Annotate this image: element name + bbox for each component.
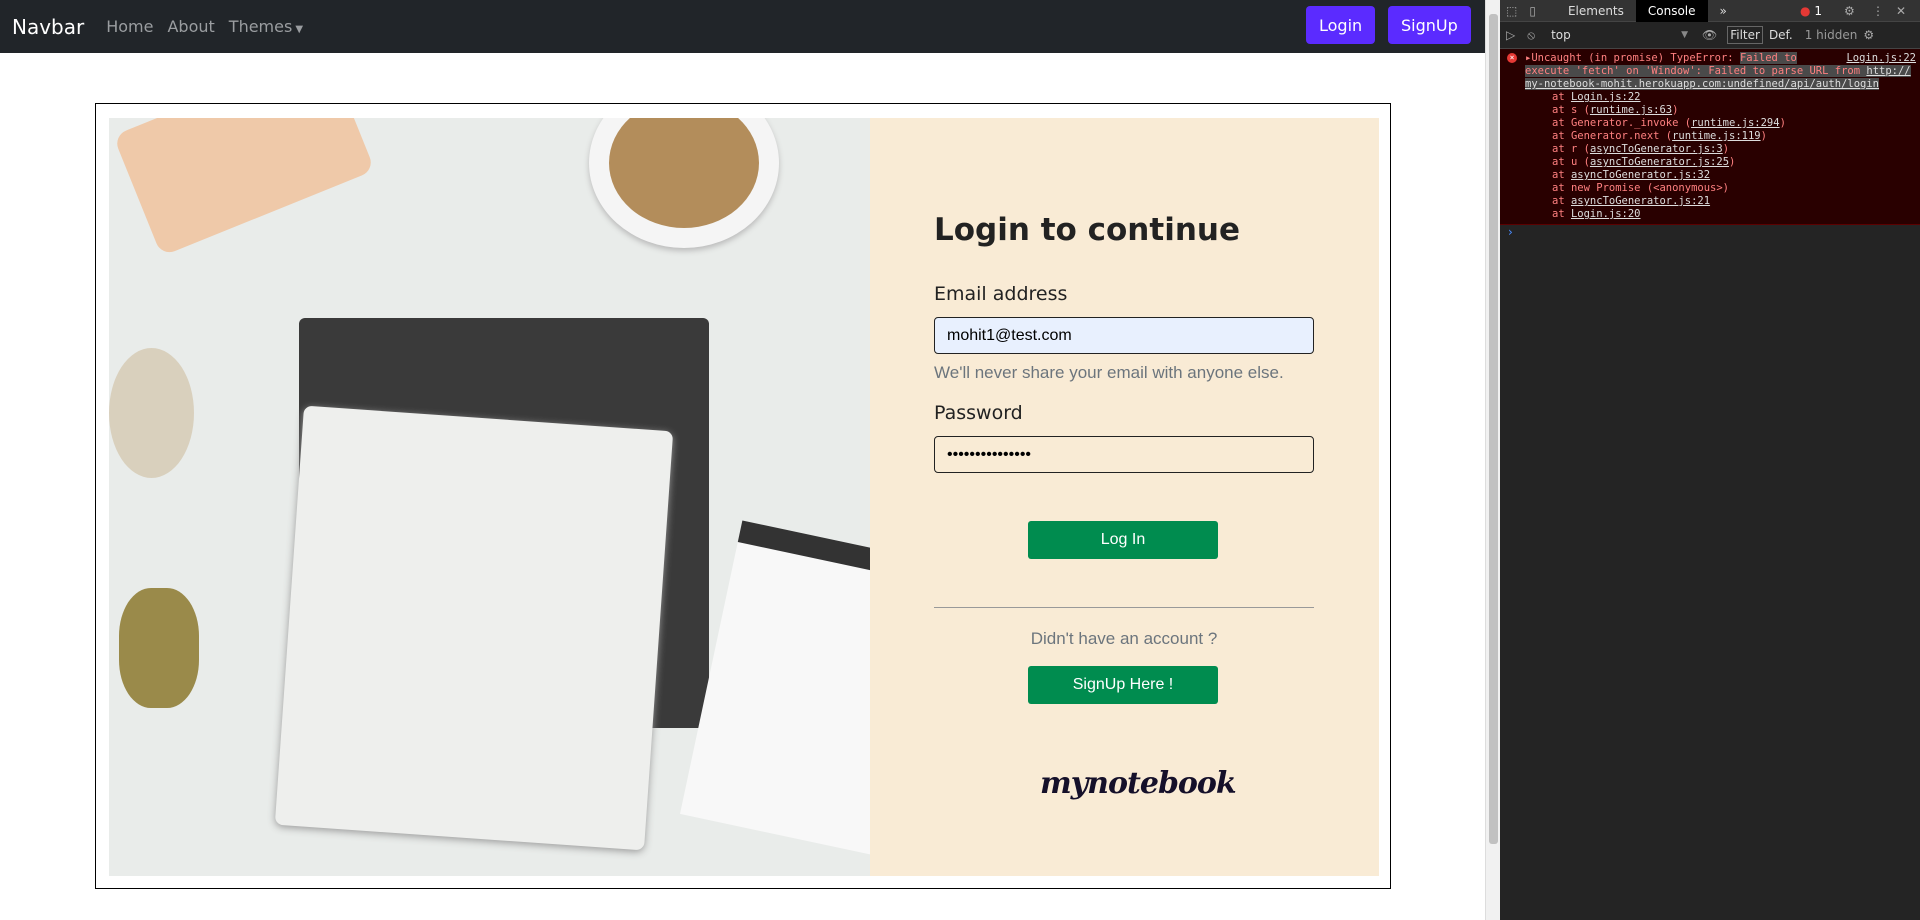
more-tabs[interactable]: » [1708, 0, 1739, 22]
context-select[interactable]: top [1551, 28, 1681, 42]
navbar: Navbar Home About Themes ▼ Login SignUp [0, 0, 1485, 53]
divider [934, 607, 1314, 608]
console-settings-icon[interactable]: ⚙ [1863, 28, 1874, 42]
stack-frame: at Login.js:20 [1525, 208, 1916, 221]
caret-down-icon: ▼ [295, 24, 304, 35]
nav-home[interactable]: Home [106, 17, 153, 36]
stack-frame-text: ) [1672, 104, 1679, 116]
clear-console-icon[interactable]: ⦸ [1527, 28, 1535, 43]
inspect-icon[interactable]: ⬚ [1506, 4, 1517, 18]
stack-frame: at Generator.next (runtime.js:119) [1525, 130, 1916, 143]
stack-frame: at asyncToGenerator.js:32 [1525, 169, 1916, 182]
nav-about[interactable]: About [167, 17, 214, 36]
stack-frame-text: ) [1760, 130, 1767, 142]
stack-frame: at new Promise (<anonymous>) [1525, 182, 1916, 195]
filter-input[interactable]: Filter [1727, 26, 1763, 44]
login-card: Login to continue Email address mohit1@t… [95, 103, 1391, 889]
stack-frame: at s (runtime.js:63) [1525, 104, 1916, 117]
stack-frame-text: at [1552, 208, 1571, 220]
email-label: Email address [934, 283, 1068, 305]
stack-frame: at asyncToGenerator.js:21 [1525, 195, 1916, 208]
error-highlight: Failed to [1739, 52, 1797, 64]
password-label: Password [934, 402, 1023, 424]
console-prompt[interactable]: › [1500, 225, 1920, 239]
stack-frame-text: at [1552, 91, 1571, 103]
stack-frame: at Login.js:22 [1525, 91, 1916, 104]
desk-photo [109, 118, 870, 876]
stack-frame-link[interactable]: Login.js:20 [1571, 208, 1641, 220]
form-title: Login to continue [934, 212, 1240, 248]
error-count-badge[interactable]: ● 1 [1800, 4, 1822, 18]
log-in-button[interactable]: Log In [1028, 521, 1218, 559]
navbar-brand[interactable]: Navbar [12, 15, 84, 39]
stack-frame-text: at Generator.next ( [1552, 130, 1673, 142]
error-icon: × [1507, 53, 1517, 63]
stack-frame-link[interactable]: runtime.js:119 [1672, 130, 1761, 142]
stack-frame-text: at u ( [1552, 156, 1590, 168]
stack-frame-link[interactable]: asyncToGenerator.js:3 [1590, 143, 1723, 155]
stack-frame-link[interactable]: asyncToGenerator.js:25 [1590, 156, 1729, 168]
email-input[interactable]: mohit1@test.com [934, 317, 1314, 354]
scrollbar-thumb[interactable] [1489, 14, 1498, 844]
error-prefix: Uncaught (in promise) TypeError: [1531, 52, 1740, 64]
stack-frame-link[interactable]: asyncToGenerator.js:32 [1571, 169, 1710, 181]
stack-frame-text: at [1552, 195, 1571, 207]
stack-frame-text: ) [1779, 117, 1786, 129]
stack-frame-text: at new Promise (<anonymous>) [1552, 182, 1730, 194]
device-toggle-icon[interactable]: ▯ [1529, 4, 1536, 18]
signup-button[interactable]: SignUp [1388, 6, 1471, 44]
signup-here-button[interactable]: SignUp Here ! [1028, 666, 1218, 704]
stack-frame-link[interactable]: runtime.js:294 [1691, 117, 1780, 129]
stack-frame-link[interactable]: Login.js:22 [1571, 91, 1641, 103]
nav-themes-dropdown[interactable]: Themes ▼ [229, 17, 303, 36]
stack-frame-text: at r ( [1552, 143, 1590, 155]
stack-frame-text: ) [1729, 156, 1736, 168]
login-form: Login to continue Email address mohit1@t… [870, 118, 1379, 876]
log-levels-dropdown[interactable]: Def. [1769, 28, 1793, 42]
email-hint: We'll never share your email with anyone… [934, 363, 1284, 382]
stack-frame-text: at s ( [1552, 104, 1590, 116]
error-count: 1 [1814, 3, 1822, 18]
more-menu-icon[interactable]: ⋮ [1872, 4, 1884, 18]
stack-frame-text: ) [1722, 143, 1730, 155]
password-input[interactable]: ••••••••••••••• [934, 436, 1314, 473]
stack-frame: at Generator._invoke (runtime.js:294) [1525, 117, 1916, 130]
context-dropdown-icon: ▼ [1681, 30, 1688, 40]
no-account-text: Didn't have an account ? [1030, 629, 1218, 648]
stack-frame: at u (asyncToGenerator.js:25) [1525, 156, 1916, 169]
login-button[interactable]: Login [1306, 6, 1376, 44]
nav-themes-label: Themes [228, 17, 293, 36]
stack-frame-link[interactable]: asyncToGenerator.js:21 [1571, 195, 1710, 207]
tab-elements[interactable]: Elements [1556, 0, 1636, 22]
tab-console[interactable]: Console [1635, 0, 1708, 22]
stack-frame-text: at Generator._invoke ( [1552, 117, 1692, 129]
error-source-link[interactable]: Login.js:22 [1846, 52, 1916, 65]
console-error-message: × ▸Uncaught (in promise) TypeError: Fail… [1500, 49, 1920, 225]
eye-icon[interactable]: 👁 [1702, 28, 1717, 42]
stack-frame-text: at [1552, 169, 1571, 181]
stack-frame: at r (asyncToGenerator.js:3) [1525, 143, 1916, 156]
close-icon[interactable]: ✕ [1896, 4, 1906, 18]
error-message: execute 'fetch' on 'Window': Failed to p… [1525, 65, 1867, 77]
page-scrollbar[interactable] [1485, 0, 1500, 920]
settings-icon[interactable]: ⚙ [1844, 4, 1855, 18]
hidden-count: 1 hidden [1804, 28, 1858, 42]
stack-frame-link[interactable]: runtime.js:63 [1590, 104, 1672, 116]
error-icon: ● [1800, 3, 1811, 18]
devtools-panel: ⬚ ▯ Elements Console » ● 1 ⚙ ⋮ ✕ ▷ ⦸ top… [1500, 0, 1920, 920]
sidebar-toggle-icon[interactable]: ▷ [1506, 28, 1515, 42]
mynotebook-logo: mynotebook [1040, 766, 1237, 801]
